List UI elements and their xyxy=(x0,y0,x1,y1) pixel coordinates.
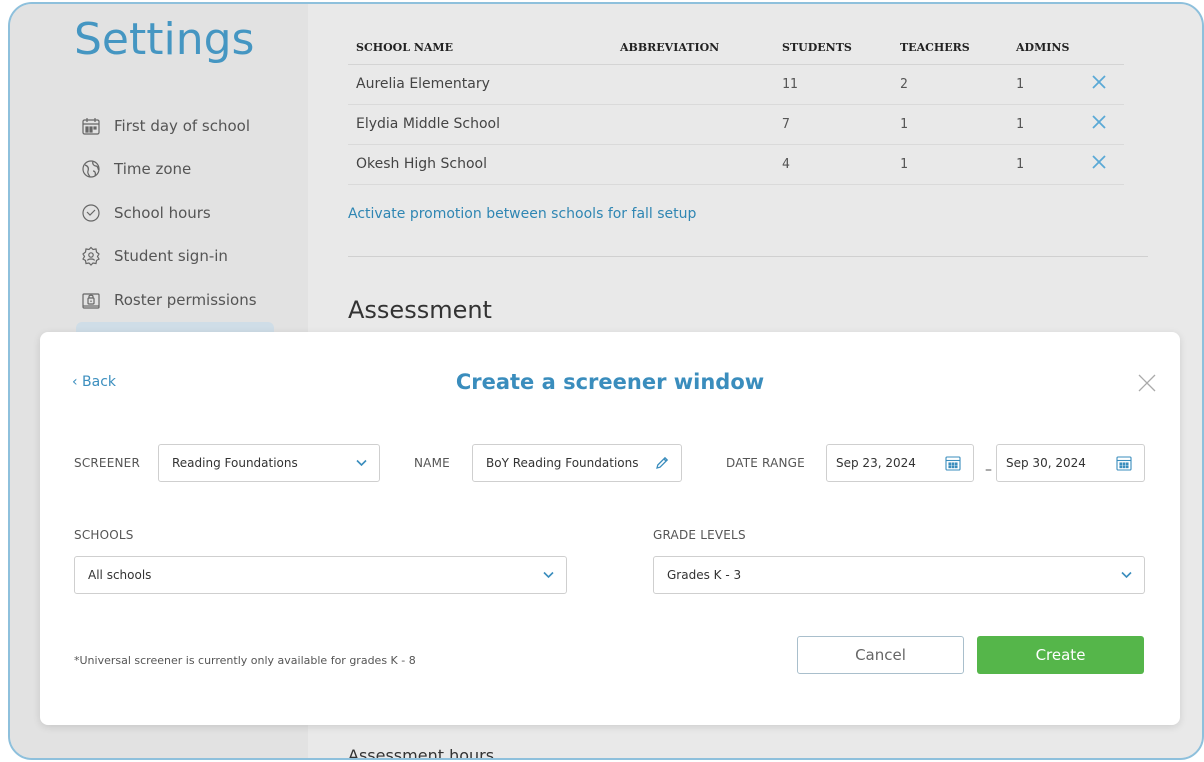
chevron-down-icon xyxy=(1121,571,1132,579)
students-cell: 4 xyxy=(774,144,892,185)
school-name-cell: Aurelia Elementary xyxy=(348,64,612,105)
gear-icon xyxy=(80,245,102,267)
close-icon[interactable] xyxy=(1138,374,1156,392)
column-header: SCHOOL NAME xyxy=(348,32,612,65)
remove-school-icon[interactable] xyxy=(1092,115,1106,129)
remove-school-icon[interactable] xyxy=(1092,75,1106,89)
sidebar-item-roster-permissions[interactable]: Roster permissions xyxy=(80,286,257,314)
pencil-icon xyxy=(655,456,669,470)
section-divider xyxy=(348,256,1148,257)
settings-title: Settings xyxy=(74,14,255,65)
abbreviation-cell[interactable] xyxy=(612,104,774,145)
calendar-icon[interactable] xyxy=(945,455,961,471)
date-range-separator: – xyxy=(985,462,992,478)
calendar-icon[interactable] xyxy=(1116,455,1132,471)
calendar-icon xyxy=(80,115,102,137)
sidebar-item-label: Time zone xyxy=(114,160,192,178)
activate-promotion-link[interactable]: Activate promotion between schools for f… xyxy=(348,206,696,222)
create-screener-modal: ‹ Back Create a screener window SCREENER… xyxy=(40,332,1180,725)
remove-school-icon[interactable] xyxy=(1092,155,1106,169)
table-row: Okesh High School 4 1 1 xyxy=(348,144,1124,185)
date-range-label: DATE RANGE xyxy=(726,456,805,470)
modal-title: Create a screener window xyxy=(455,370,765,394)
sidebar-item-first-day[interactable]: First day of school xyxy=(80,112,250,140)
teachers-cell: 1 xyxy=(892,104,1008,145)
chevron-down-icon xyxy=(543,571,554,579)
schools-label: SCHOOLS xyxy=(74,528,134,542)
table-row: Elydia Middle School 7 1 1 xyxy=(348,104,1124,145)
grade-levels-select[interactable]: Grades K - 3 xyxy=(653,556,1145,594)
name-input[interactable]: BoY Reading Foundations xyxy=(472,444,682,482)
teachers-cell: 1 xyxy=(892,144,1008,185)
teachers-cell: 2 xyxy=(892,64,1008,105)
clock-icon xyxy=(80,202,102,224)
school-name-cell: Okesh High School xyxy=(348,144,612,185)
screener-value: Reading Foundations xyxy=(172,456,298,470)
admins-cell: 1 xyxy=(1008,144,1084,185)
column-header: TEACHERS xyxy=(892,32,1008,65)
students-cell: 11 xyxy=(774,64,892,105)
sidebar-item-label: First day of school xyxy=(114,117,251,135)
abbreviation-cell[interactable] xyxy=(612,144,774,185)
assessment-heading: Assessment xyxy=(348,296,492,324)
remove-cell xyxy=(1084,104,1124,145)
end-date-input[interactable]: Sep 30, 2024 xyxy=(996,444,1145,482)
table-header-row: SCHOOL NAME ABBREVIATION STUDENTS TEACHE… xyxy=(348,32,1124,65)
start-date-input[interactable]: Sep 23, 2024 xyxy=(826,444,974,482)
grade-levels-label: GRADE LEVELS xyxy=(653,528,746,542)
grade-levels-value: Grades K - 3 xyxy=(667,568,742,582)
cancel-button[interactable]: Cancel xyxy=(797,636,964,674)
grade-availability-note: *Universal screener is currently only av… xyxy=(74,654,416,667)
school-name-cell: Elydia Middle School xyxy=(348,104,612,145)
sidebar-item-label: Student sign-in xyxy=(114,247,228,265)
column-header: STUDENTS xyxy=(774,32,892,65)
lock-icon xyxy=(80,289,102,311)
sidebar-item-label: Roster permissions xyxy=(114,291,257,309)
sidebar-item-time-zone[interactable]: Time zone xyxy=(80,155,191,183)
remove-cell xyxy=(1084,64,1124,105)
column-header: ABBREVIATION xyxy=(612,32,774,65)
create-button[interactable]: Create xyxy=(977,636,1144,674)
admins-cell: 1 xyxy=(1008,64,1084,105)
table-row: Aurelia Elementary 11 2 1 xyxy=(348,64,1124,105)
chevron-down-icon xyxy=(356,459,367,467)
sidebar-item-label: School hours xyxy=(114,204,211,222)
schools-table: SCHOOL NAME ABBREVIATION STUDENTS TEACHE… xyxy=(348,32,1124,185)
name-label: NAME xyxy=(414,456,450,470)
abbreviation-cell[interactable] xyxy=(612,64,774,105)
sidebar-item-school-hours[interactable]: School hours xyxy=(80,199,211,227)
column-header-actions xyxy=(1084,32,1124,65)
screener-select[interactable]: Reading Foundations xyxy=(158,444,380,482)
screener-label: SCREENER xyxy=(74,456,140,470)
schools-value: All schools xyxy=(88,568,152,582)
admins-cell: 1 xyxy=(1008,104,1084,145)
schools-select[interactable]: All schools xyxy=(74,556,567,594)
assessment-hours-heading: Assessment hours xyxy=(348,746,495,760)
remove-cell xyxy=(1084,144,1124,185)
start-date-value: Sep 23, 2024 xyxy=(836,456,916,470)
students-cell: 7 xyxy=(774,104,892,145)
end-date-value: Sep 30, 2024 xyxy=(1006,456,1086,470)
column-header: ADMINS xyxy=(1008,32,1084,65)
globe-icon xyxy=(80,158,102,180)
sidebar-item-student-sign-in[interactable]: Student sign-in xyxy=(80,242,228,270)
name-value: BoY Reading Foundations xyxy=(486,456,639,470)
